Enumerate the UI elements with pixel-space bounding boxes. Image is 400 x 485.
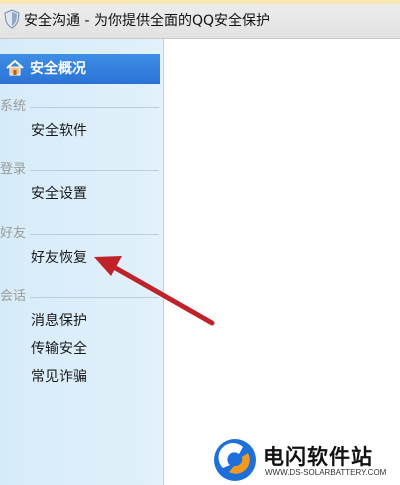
section-friends: 好友 好友恢复 [0, 224, 163, 272]
divider [30, 170, 159, 171]
sidebar-item-security-settings[interactable]: 安全设置 [0, 180, 163, 208]
section-system: 系统 安全软件 [0, 97, 163, 145]
sidebar-item-security-software[interactable]: 安全软件 [0, 117, 163, 145]
watermark-site: WWW.DS-SOLARBATTERY.COM [265, 468, 387, 477]
sidebar-item-overview[interactable]: 安全概况 [0, 54, 160, 84]
sidebar-item-friend-recovery[interactable]: 好友恢复 [0, 244, 163, 272]
sidebar-item-overview-label: 安全概况 [30, 61, 86, 77]
sidebar-item-common-scams[interactable]: 常见诈骗 [0, 363, 163, 391]
shield-icon [4, 9, 20, 29]
content-panel [164, 39, 400, 485]
home-icon [6, 60, 24, 76]
section-login: 登录 安全设置 [0, 160, 163, 208]
section-chat: 会话 消息保护 传输安全 常见诈骗 [0, 287, 163, 391]
window-title: 安全沟通 - 为你提供全面的QQ安全保护 [24, 13, 270, 29]
window-titlebar: 安全沟通 - 为你提供全面的QQ安全保护 [0, 0, 400, 39]
section-title: 登录 [0, 162, 27, 177]
divider [30, 234, 159, 235]
brand-logo-icon [214, 439, 256, 481]
divider [30, 297, 159, 298]
section-title: 会话 [0, 289, 27, 304]
sidebar-item-message-protection[interactable]: 消息保护 [0, 307, 163, 335]
watermark-brand: 电闪软件站 [263, 445, 373, 469]
sidebar: 安全概况 系统 安全软件 登录 安全设置 好友 好友恢复 会话 消息保护 传输安… [0, 39, 164, 485]
watermark: 电闪软件站 WWW.DS-SOLARBATTERY.COM [203, 436, 400, 485]
section-title: 好友 [0, 226, 27, 241]
sidebar-item-transfer-security[interactable]: 传输安全 [0, 335, 163, 363]
section-title: 系统 [0, 99, 27, 114]
divider [30, 107, 159, 108]
